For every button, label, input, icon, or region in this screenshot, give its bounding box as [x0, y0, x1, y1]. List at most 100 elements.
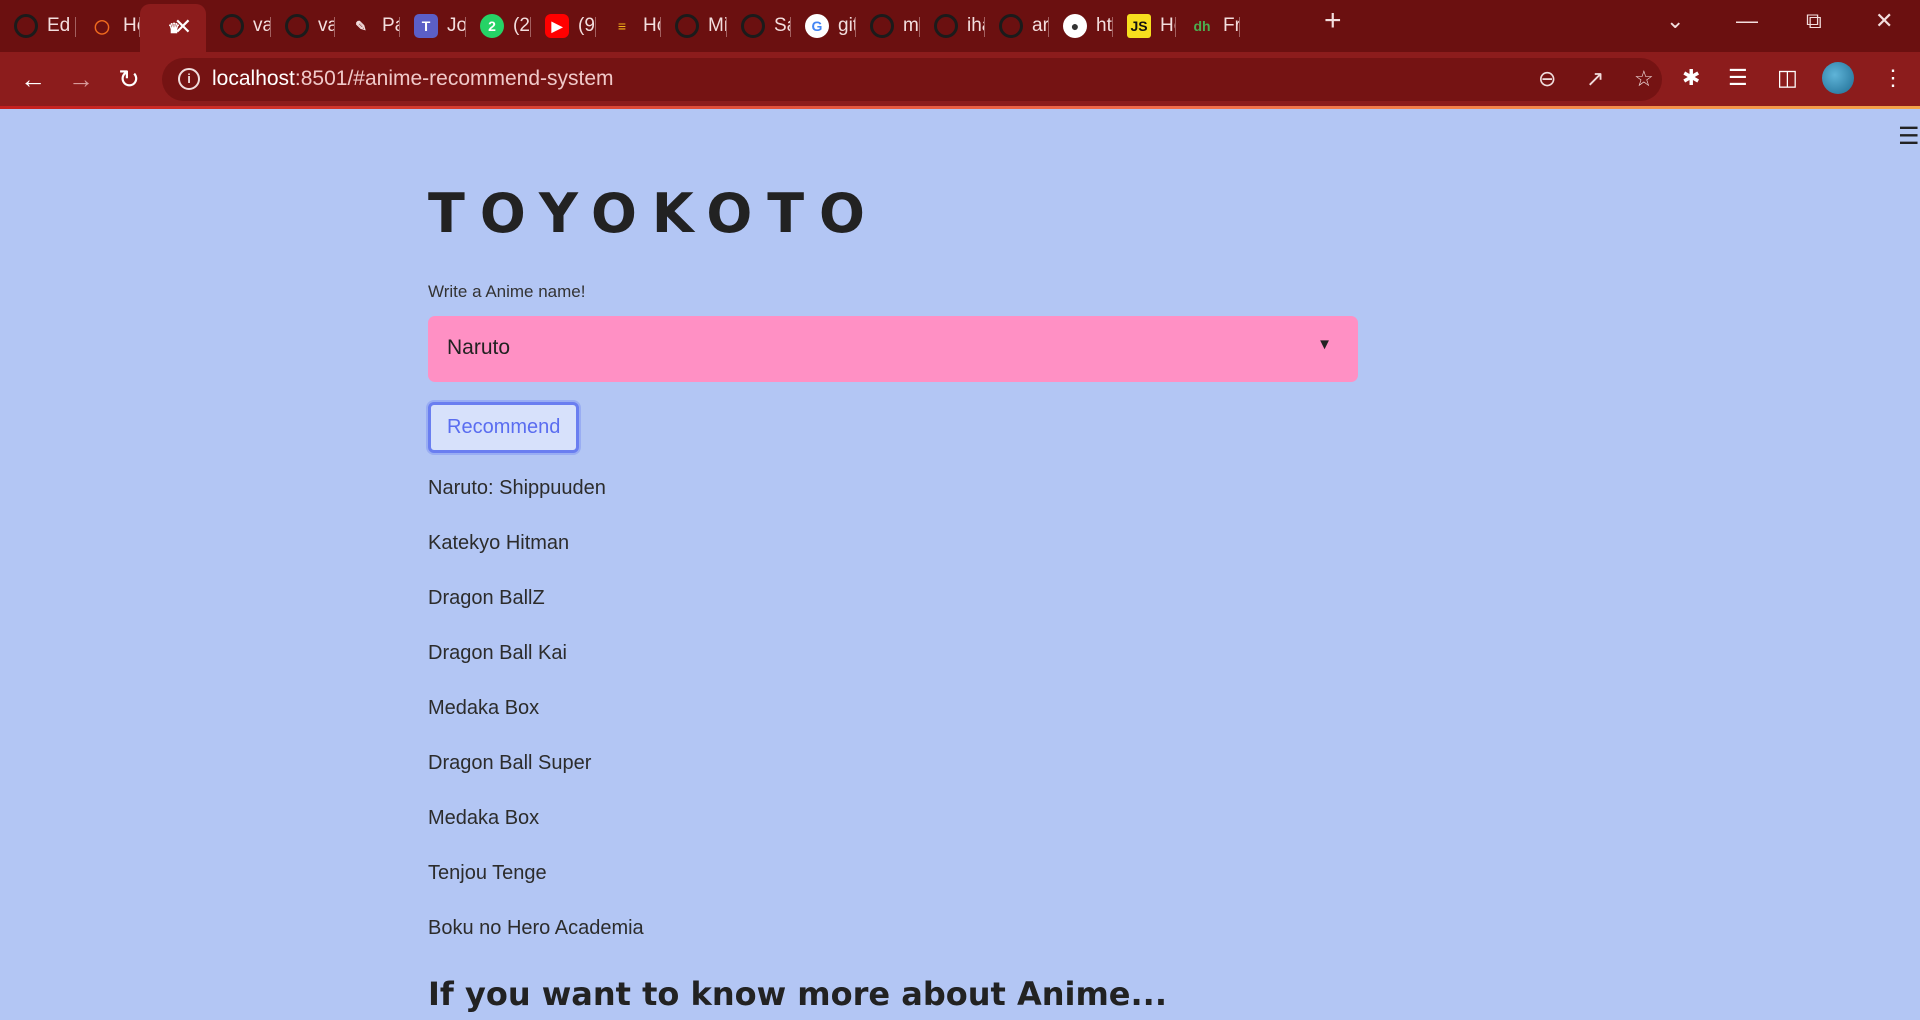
new-tab-plus-icon[interactable]: +	[1324, 6, 1342, 36]
recommendation-item: Dragon BallZ	[428, 587, 545, 609]
url-host: localhost	[212, 67, 295, 90]
close-tab-icon[interactable]: ✕	[174, 16, 192, 38]
page-load-progress-bar	[0, 106, 1920, 109]
anime-select-value: Naruto	[447, 336, 511, 359]
stack-icon: ≡	[617, 18, 627, 34]
recommendation-item: Katekyo Hitman	[428, 532, 570, 554]
tab-title: Sa	[774, 15, 791, 36]
browser-tab[interactable]: va	[206, 8, 271, 44]
recommendation-item: Naruto: Shippuuden	[428, 477, 606, 499]
browser-tab[interactable]: Ggit	[791, 8, 856, 44]
feather-icon: ✎	[355, 18, 367, 34]
browser-tab-strip: Ed◯Hc♛✕vava✎PaTJoi2(2)▶(9≡HcMiSaGgitmaih…	[0, 0, 1920, 52]
whatsapp-icon: 2	[480, 14, 504, 38]
tab-title: va	[318, 15, 335, 36]
github-icon	[741, 14, 765, 38]
tab-title: git	[838, 15, 856, 36]
tab-title: Hc	[123, 15, 140, 36]
browser-tab[interactable]: dh Fre	[1176, 8, 1240, 44]
browser-tab[interactable]: ma	[856, 8, 920, 44]
bookmark-star-icon[interactable]: ☆	[1634, 67, 1654, 91]
tab-title: va	[253, 15, 271, 36]
browser-tab[interactable]: JS Hc	[1113, 8, 1176, 44]
tab-title: Fre	[1223, 15, 1240, 36]
tab-title: Joi	[447, 15, 466, 36]
tab-title: iha	[967, 15, 985, 36]
browser-tab[interactable]: va	[271, 8, 335, 44]
kebab-menu-icon[interactable]: ⋮	[1882, 65, 1904, 91]
browser-tab[interactable]: ● htt	[1049, 8, 1113, 44]
github-icon	[675, 14, 699, 38]
tab-title: htt	[1096, 15, 1113, 36]
tab-search-chevron-icon[interactable]: ⌄	[1666, 8, 1684, 34]
github-icon	[999, 14, 1023, 38]
anime-select-label: Write a Anime name!	[428, 282, 586, 301]
browser-tab[interactable]: iha	[920, 8, 985, 44]
tab-title: ma	[903, 15, 920, 36]
tab-title: Mi	[708, 15, 727, 36]
back-arrow-icon[interactable]: ←	[18, 64, 48, 94]
recommendation-item: Dragon Ball Super	[428, 752, 592, 774]
app-menu-hamburger-icon[interactable]: ☰	[1898, 125, 1920, 149]
tab-title: Pa	[382, 15, 400, 36]
recommendation-item: Medaka Box	[428, 697, 540, 719]
tab-title: (2)	[513, 15, 531, 36]
recommendation-item: Tenjou Tenge	[428, 862, 547, 884]
minimize-window-icon[interactable]: —	[1736, 8, 1758, 34]
media-control-icon[interactable]: ☰	[1728, 65, 1748, 91]
globe-icon: ●	[1063, 14, 1087, 38]
page-title: TOYOKOTO	[428, 182, 880, 245]
browser-tab[interactable]: Mi	[661, 8, 727, 44]
github-icon	[870, 14, 894, 38]
browser-tab[interactable]: ▶ (9	[531, 8, 596, 44]
google-icon: G	[805, 14, 829, 38]
url-path: :8501/#anime-recommend-system	[294, 67, 614, 90]
recommendation-item: Boku no Hero Academia	[428, 917, 644, 939]
site-info-icon[interactable]: i	[178, 68, 200, 90]
address-bar[interactable]: i localhost:8501/#anime-recommend-system…	[162, 58, 1662, 101]
close-window-icon[interactable]: ✕	[1875, 8, 1893, 34]
app-main-content: TOYOKOTO Write a Anime name! Naruto ▼ Re…	[428, 160, 1358, 1014]
teams-icon: T	[414, 14, 438, 38]
share-icon[interactable]: ↗	[1586, 67, 1604, 91]
recommendation-list: Naruto: Shippuuden Katekyo Hitman Dragon B…	[428, 461, 1358, 956]
github-icon	[285, 14, 309, 38]
extensions-puzzle-icon[interactable]: ✱	[1682, 65, 1700, 91]
restore-window-icon[interactable]: ⧉	[1806, 8, 1822, 34]
github-icon	[934, 14, 958, 38]
youtube-icon: ▶	[545, 14, 569, 38]
anime-select-dropdown[interactable]: Naruto ▼	[428, 316, 1358, 382]
tab-title: Ed	[47, 15, 71, 36]
tab-separator	[1239, 17, 1240, 37]
profile-avatar[interactable]	[1822, 62, 1854, 94]
browser-toolbar: ← → ↻ i localhost:8501/#anime-recommend-…	[0, 52, 1920, 106]
recommendation-item: Medaka Box	[428, 807, 540, 829]
js-icon: JS	[1127, 14, 1151, 38]
dh-icon: dh	[1193, 18, 1211, 34]
browser-tab[interactable]: ◯ Hc	[76, 8, 140, 44]
forward-arrow-icon[interactable]: →	[66, 64, 96, 94]
github-icon	[220, 14, 244, 38]
recommendation-item: Dragon Ball Kai	[428, 642, 567, 664]
browser-tab[interactable]: are	[985, 8, 1049, 44]
github-icon	[14, 14, 38, 38]
caret-down-icon[interactable]: ▼	[1317, 336, 1332, 353]
url-text[interactable]: localhost:8501/#anime-recommend-system	[212, 67, 614, 91]
browser-tab[interactable]: ♛ ✕	[140, 4, 206, 52]
browser-tab[interactable]: T Joi	[400, 8, 466, 44]
recommend-button[interactable]: Recommend	[428, 402, 580, 453]
side-panel-icon[interactable]: ◫	[1777, 65, 1798, 91]
reload-icon[interactable]: ↻	[114, 64, 144, 94]
browser-tab[interactable]: ≡ Hc	[596, 8, 661, 44]
browser-tab[interactable]: 2 (2)	[466, 8, 531, 44]
browser-tab[interactable]: Sa	[727, 8, 791, 44]
browser-tab[interactable]: ✎ Pa	[335, 8, 400, 44]
tab-title: Hc	[1160, 15, 1176, 36]
tab-title: (9	[578, 15, 595, 36]
zoom-out-icon[interactable]: ⊖	[1538, 67, 1556, 91]
more-about-anime-heading: If you want to know more about Anime...	[428, 975, 1167, 1013]
browser-tab[interactable]: Ed	[0, 8, 76, 44]
tab-title: are	[1032, 15, 1049, 36]
swirl-icon: ◯	[94, 18, 110, 34]
tab-title: Hc	[643, 15, 661, 36]
